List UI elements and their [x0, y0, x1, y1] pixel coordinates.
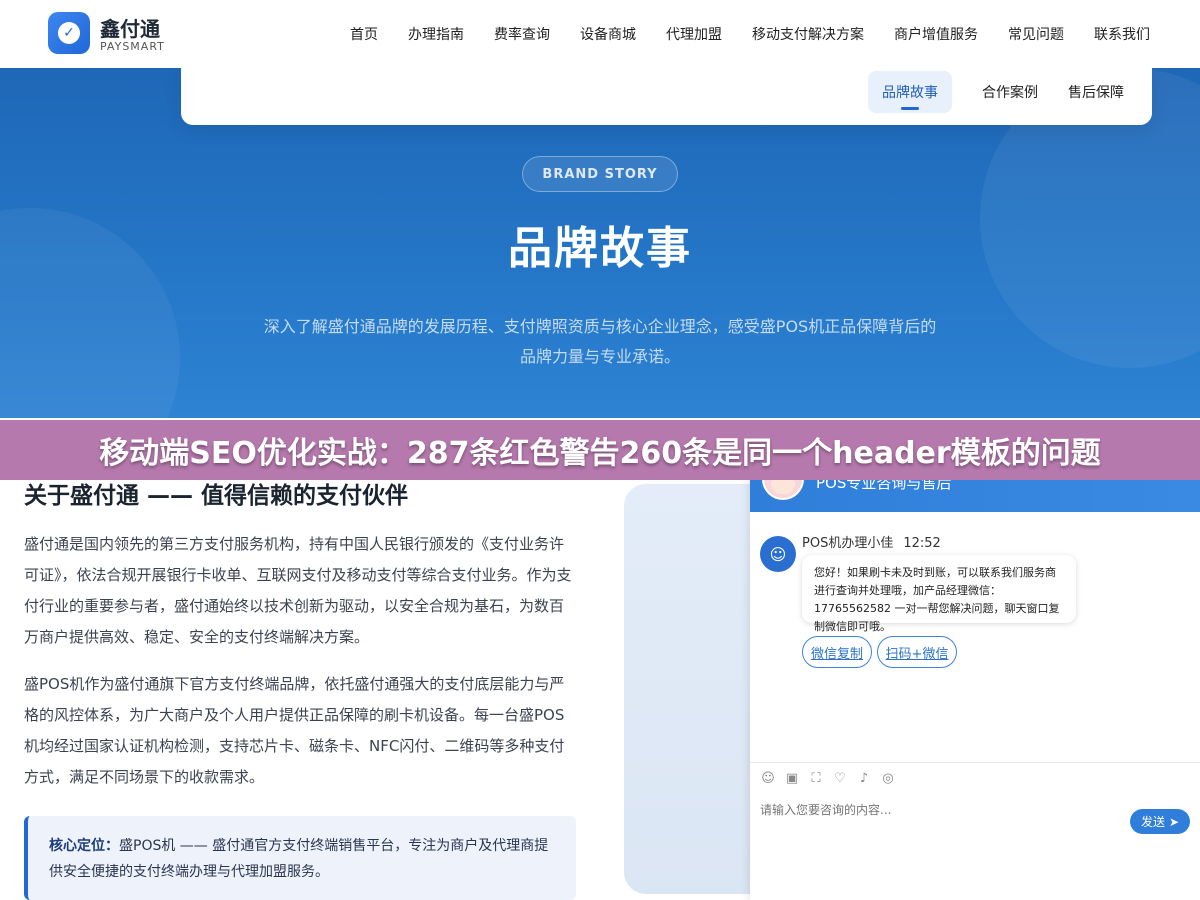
chat-toolbar: ☺ ▣ ⛶ ♡ ♪ ◎ [750, 762, 1200, 794]
top-header: ✓ 鑫付通 PAYSMART 首页 办理指南 费率查询 设备商城 代理加盟 移动… [0, 0, 1200, 68]
nav-merchant-services[interactable]: 商户增值服务 [894, 24, 978, 44]
brand-story-pill: BRAND STORY [522, 156, 678, 192]
nav-contact[interactable]: 联系我们 [1094, 24, 1150, 44]
nav-after-sales[interactable]: 售后保障 [1068, 82, 1124, 102]
article-title-overlay: 移动端SEO优化实战：287条红色警告260条是同一个header模板的问题 [0, 420, 1200, 480]
nav-guide[interactable]: 办理指南 [408, 24, 464, 44]
core-positioning-box: 核心定位：盛POS机 —— 盛付通官方支付终端销售平台，专注为商户及代理商提供安… [24, 816, 576, 900]
overlay-title: 移动端SEO优化实战：287条红色警告260条是同一个header模板的问题 [99, 436, 1101, 471]
page-title: 品牌故事 [508, 223, 692, 274]
nav-agent[interactable]: 代理加盟 [666, 24, 722, 44]
nav-shop[interactable]: 设备商城 [580, 24, 636, 44]
copy-wechat-button[interactable]: 微信复制 [802, 636, 872, 668]
transfer-icon[interactable]: ◎ [880, 771, 896, 787]
send-arrow-icon: ➤ [1168, 814, 1180, 829]
message-time: 12:52 [903, 536, 941, 551]
image-icon[interactable]: ▣ [784, 771, 800, 787]
nav-mobile-pay[interactable]: 移动支付解决方案 [752, 24, 864, 44]
chat-widget: POS专业咨询与售后 ☺ POS机办理小佳 12:52 您好！如果刷卡未及时到账，… [750, 450, 1200, 900]
nav-rates[interactable]: 费率查询 [494, 24, 550, 44]
core-label: 核心定位： [49, 838, 119, 854]
evaluate-icon[interactable]: ♡ [832, 771, 848, 787]
check-icon: ✓ [58, 22, 80, 44]
emoji-icon[interactable]: ☺ [760, 771, 776, 787]
send-label: 发送 [1140, 815, 1165, 829]
sender-name: POS机办理小佳 [802, 536, 894, 551]
service-avatar-icon: ☺ [760, 536, 796, 572]
logo-badge[interactable]: ✓ [48, 12, 90, 54]
mute-icon[interactable]: ♪ [856, 771, 872, 787]
banner-description: 深入了解盛付通品牌的发展历程、支付牌照资质与核心企业理念，感受盛POS机正品保障… [263, 317, 937, 366]
nav-faq[interactable]: 常见问题 [1008, 24, 1064, 44]
logo-name[interactable]: 鑫付通 [100, 13, 160, 42]
scan-wechat-button[interactable]: 扫码+微信 [877, 636, 957, 668]
nav-cases[interactable]: 合作案例 [982, 82, 1038, 102]
core-text: 盛POS机 —— 盛付通官方支付终端销售平台，专注为商户及代理商提供安全便捷的支… [49, 838, 549, 880]
nav-home[interactable]: 首页 [350, 24, 378, 44]
screenshot-icon[interactable]: ⛶ [808, 771, 824, 787]
section-title: 关于盛付通 —— 值得信赖的支付伙伴 [24, 483, 409, 509]
nav-dropdown: 品牌故事 合作案例 售后保障 [181, 68, 1152, 125]
intro-paragraph: 盛付通是国内领先的第三方支付服务机构，持有中国人民银行颁发的《支付业务许可证》，… [24, 535, 572, 646]
nav-brand-story[interactable]: 品牌故事 [868, 71, 952, 113]
message-bubble: 您好！如果刷卡未及时到账，可以联系我们服务商进行查询并处理哦，加产品经理微信：1… [802, 555, 1076, 633]
logo-subtitle: PAYSMART [100, 40, 165, 53]
main-nav: 首页 办理指南 费率查询 设备商城 代理加盟 移动支付解决方案 商户增值服务 常… [270, 24, 1150, 44]
product-paragraph: 盛POS机作为盛付通旗下官方支付终端品牌，依托盛付通强大的支付底层能力与严格的风… [24, 675, 565, 786]
message-meta: POS机办理小佳 12:52 [802, 532, 941, 551]
send-button[interactable]: 发送 ➤ [1130, 809, 1190, 834]
chat-input[interactable] [760, 798, 1120, 822]
